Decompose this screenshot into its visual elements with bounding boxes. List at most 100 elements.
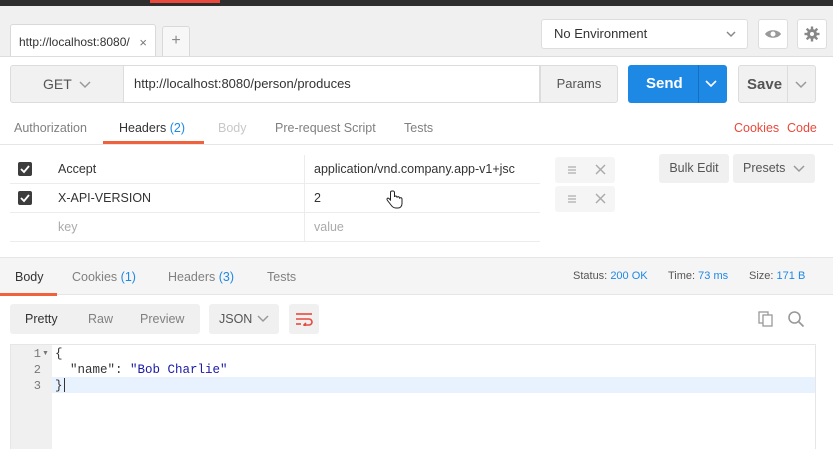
settings-button[interactable]: [797, 19, 827, 49]
presets-label: Presets: [743, 161, 786, 175]
header-value[interactable]: 2: [314, 191, 540, 205]
size-value: 171 B: [776, 270, 806, 282]
bulk-edit-button[interactable]: Bulk Edit: [659, 154, 729, 183]
format-select[interactable]: JSON: [209, 304, 279, 334]
params-button[interactable]: Params: [540, 65, 618, 103]
response-tab-cookies-label: Cookies: [72, 270, 118, 284]
environment-select[interactable]: No Environment: [541, 19, 748, 49]
chevron-down-icon: [257, 315, 269, 323]
url-input[interactable]: http://localhost:8080/person/produces: [124, 65, 540, 103]
response-time: Time: 73 ms: [668, 270, 728, 282]
environment-quick-look-button[interactable]: [758, 19, 788, 49]
header-row-actions: [555, 186, 615, 212]
size-label: Size:: [749, 270, 774, 282]
save-divider: [787, 66, 788, 102]
code-link[interactable]: Code: [787, 121, 817, 135]
send-label: Send: [646, 75, 683, 92]
header-enabled-checkbox[interactable]: [18, 191, 32, 205]
tab-body[interactable]: Body: [218, 121, 247, 135]
active-line-highlight: [52, 377, 815, 393]
column-divider: [304, 213, 305, 242]
response-tab-headers[interactable]: Headers (3): [168, 270, 234, 284]
line-number: 3: [33, 379, 41, 393]
save-button[interactable]: Save: [738, 65, 816, 103]
format-selected: JSON: [219, 312, 253, 326]
wrap-lines-icon: [296, 313, 313, 326]
header-row-actions: [555, 157, 615, 183]
send-button[interactable]: Send: [628, 65, 727, 103]
request-tabs: Authorization Headers (2) Body Pre-reque…: [0, 109, 833, 145]
chevron-down-icon[interactable]: [705, 79, 717, 89]
header-row-new: key value: [10, 213, 540, 242]
header-key[interactable]: Accept: [58, 162, 96, 176]
hand-pointer-icon: [386, 190, 403, 209]
checkmark-icon: [20, 165, 30, 174]
view-mode-group: Pretty Raw Preview: [10, 304, 200, 334]
response-status: Status: 200 OK: [573, 270, 648, 282]
chevron-down-icon: [79, 81, 91, 89]
tab-headers-label: Headers: [119, 121, 167, 135]
response-tab-headers-label: Headers: [168, 270, 216, 284]
close-tab-icon[interactable]: ×: [139, 35, 147, 50]
drag-handle-icon[interactable]: [567, 194, 577, 204]
delete-icon[interactable]: [595, 193, 606, 204]
response-size: Size: 171 B: [749, 270, 805, 282]
save-label: Save: [747, 76, 783, 93]
tab-prerequest-script[interactable]: Pre-request Script: [275, 121, 376, 135]
wrap-lines-button[interactable]: [289, 304, 319, 334]
cookies-link[interactable]: Cookies: [734, 121, 779, 135]
json-separator: :: [115, 363, 131, 377]
response-tab-cookies-count: (1): [120, 270, 136, 284]
header-key-input[interactable]: key: [58, 220, 77, 234]
method-select[interactable]: GET: [10, 65, 124, 103]
request-tab[interactable]: http://localhost:8080/ ×: [10, 24, 156, 58]
tab-headers-count: (2): [169, 121, 186, 135]
preview-button[interactable]: Preview: [140, 312, 184, 326]
tab-tests[interactable]: Tests: [404, 121, 433, 135]
new-tab-button[interactable]: +: [162, 26, 190, 56]
active-tab-indicator: [150, 0, 220, 3]
response-tab-tests[interactable]: Tests: [267, 270, 296, 284]
chevron-down-icon[interactable]: [795, 80, 807, 90]
drag-handle-icon[interactable]: [567, 165, 577, 175]
response-tab-headers-count: (3): [218, 270, 235, 284]
column-divider: [304, 155, 305, 184]
active-tab-underline: [103, 141, 204, 144]
tab-bar: http://localhost:8080/ × + No Environmen…: [0, 6, 833, 58]
tab-authorization[interactable]: Authorization: [14, 121, 87, 135]
time-label: Time:: [668, 270, 696, 282]
gear-icon: [804, 26, 820, 42]
header-row: Accept application/vnd.company.app-v1+js…: [10, 155, 540, 184]
json-key: "name": [70, 363, 116, 377]
json-string-value: "Bob Charlie": [130, 363, 228, 377]
column-divider: [304, 184, 305, 213]
request-panel: GET http://localhost:8080/person/produce…: [0, 56, 833, 449]
code-line: }: [55, 379, 63, 393]
raw-button[interactable]: Raw: [88, 312, 113, 326]
chevron-down-icon: [793, 165, 805, 173]
delete-icon[interactable]: [595, 164, 606, 175]
method-label: GET: [43, 76, 72, 92]
time-value: 73 ms: [698, 270, 729, 282]
code-line: "name": "Bob Charlie": [55, 363, 228, 377]
line-number: 2: [33, 363, 41, 377]
tab-headers[interactable]: Headers (2): [119, 121, 185, 135]
presets-button[interactable]: Presets: [733, 154, 815, 183]
response-tabs: Body Cookies (1) Headers (3) Tests Statu…: [0, 257, 833, 296]
search-icon[interactable]: [787, 310, 805, 328]
response-tab-cookies[interactable]: Cookies (1): [72, 270, 136, 284]
response-body-editor[interactable]: 1 ▼ 2 3 { "name": "Bob Charlie" }: [10, 344, 816, 449]
chevron-down-icon: [726, 31, 736, 38]
header-value-input[interactable]: value: [314, 220, 540, 234]
header-value[interactable]: application/vnd.company.app-v1+jsc: [314, 162, 540, 176]
header-key[interactable]: X-API-VERSION: [58, 191, 151, 205]
text-cursor: [64, 378, 65, 392]
copy-icon[interactable]: [758, 311, 774, 327]
line-number: 1: [33, 347, 41, 361]
response-tab-body[interactable]: Body: [15, 270, 44, 284]
fold-arrow-icon[interactable]: ▼: [42, 350, 49, 357]
pretty-button[interactable]: Pretty: [25, 312, 58, 326]
send-divider: [698, 65, 699, 103]
header-enabled-checkbox[interactable]: [18, 162, 32, 176]
checkmark-icon: [20, 194, 30, 203]
